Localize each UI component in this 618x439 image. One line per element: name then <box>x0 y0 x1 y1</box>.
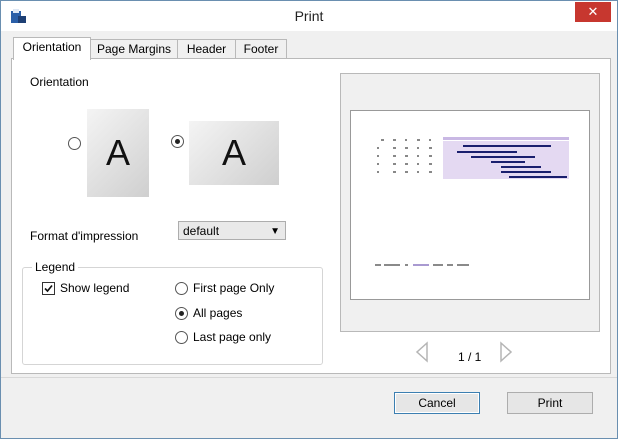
show-legend-checkbox[interactable] <box>42 282 55 295</box>
checkmark-icon <box>44 284 53 293</box>
orientation-panel: Orientation A A Format d'impression defa… <box>11 58 611 374</box>
last-page-only-radio[interactable] <box>175 331 188 344</box>
triangle-left-icon[interactable] <box>414 341 430 363</box>
portrait-radio[interactable] <box>68 137 81 150</box>
title-bar: Print ✕ <box>1 1 617 31</box>
landscape-radio[interactable] <box>171 135 184 148</box>
legend-group-title: Legend <box>32 260 79 274</box>
portrait-letter: A <box>105 132 130 173</box>
portrait-preview[interactable]: A <box>87 109 149 197</box>
all-pages-label: All pages <box>193 306 243 320</box>
last-page-only-label: Last page only <box>193 330 272 344</box>
print-button[interactable]: Print <box>507 392 593 414</box>
print-dialog: Print ✕ Orientation Page Margins Header … <box>0 0 618 439</box>
chevron-down-icon: ▼ <box>270 226 280 237</box>
print-preview <box>340 73 600 332</box>
close-button[interactable]: ✕ <box>575 2 611 22</box>
cancel-button[interactable]: Cancel <box>394 392 480 414</box>
tab-page-margins[interactable]: Page Margins <box>90 39 178 59</box>
tab-footer[interactable]: Footer <box>235 39 287 59</box>
preview-page <box>350 110 590 300</box>
first-page-only-radio[interactable] <box>175 282 188 295</box>
format-value: default <box>183 224 220 238</box>
triangle-right-icon[interactable] <box>498 341 514 363</box>
tab-header[interactable]: Header <box>177 39 236 59</box>
window-title: Print <box>294 8 324 24</box>
first-page-only-label: First page Only <box>193 281 275 295</box>
show-legend-label: Show legend <box>60 281 130 295</box>
preview-gantt-thumbnail <box>375 137 569 266</box>
page-indicator: 1 / 1 <box>458 350 482 364</box>
landscape-preview[interactable]: A <box>189 121 279 185</box>
orientation-heading: Orientation <box>30 75 89 89</box>
format-label: Format d'impression <box>30 229 139 243</box>
landscape-letter: A <box>221 132 246 173</box>
all-pages-radio[interactable] <box>175 307 188 320</box>
format-select[interactable]: default ▼ <box>178 221 286 240</box>
tab-orientation[interactable]: Orientation <box>13 37 91 60</box>
footer-separator <box>1 377 617 378</box>
